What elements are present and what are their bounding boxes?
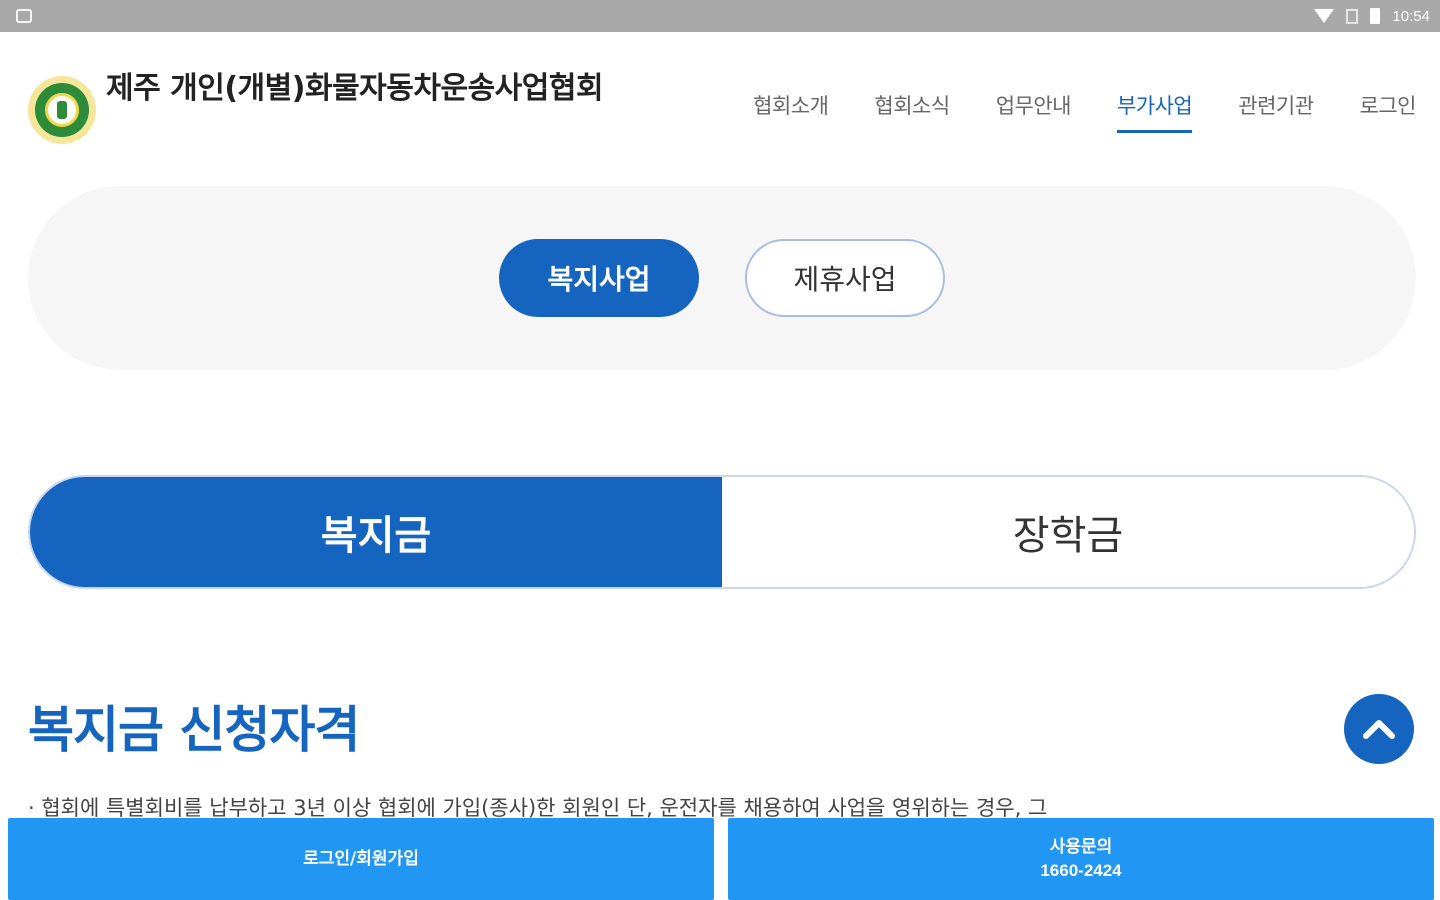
nav-item-login[interactable]: 로그인	[1360, 90, 1417, 133]
subnav-welfare-business-button[interactable]: 복지사업	[499, 239, 699, 317]
section-body-text: · 협회에 특별회비를 납부하고 3년 이상 협회에 가입(종사)한 회원인 단…	[28, 796, 1048, 818]
status-icons: 10:54	[1314, 8, 1430, 25]
section-title: 복지금 신청자격	[28, 701, 360, 759]
notification-icon	[16, 9, 32, 23]
nav-item-services[interactable]: 업무안내	[996, 90, 1072, 133]
chevron-up-icon	[1363, 720, 1395, 739]
wifi-icon	[1314, 9, 1335, 23]
tab-scholarship[interactable]: 장학금	[722, 477, 1414, 587]
association-logo[interactable]	[28, 76, 96, 144]
scroll-to-top-button[interactable]	[1344, 694, 1414, 764]
login-signup-label: 로그인/회원가입	[303, 849, 419, 869]
logo-ring	[35, 83, 89, 137]
content-tabs: 복지금 장학금	[28, 475, 1416, 589]
status-bar: 10:54	[0, 0, 1440, 32]
bottom-action-bar: 로그인/회원가입 사용문의 1660-2424	[0, 818, 1440, 900]
sim-icon	[1346, 8, 1359, 24]
battery-icon	[1370, 8, 1381, 24]
login-signup-button[interactable]: 로그인/회원가입	[8, 818, 714, 900]
tab-welfare-fund[interactable]: 복지금	[30, 477, 722, 587]
site-header: 제주 개인(개별)화물자동차운송사업협회 협회소개 협회소식 업무안내 부가사업…	[0, 32, 1440, 182]
inquiry-phone: 1660-2424	[1040, 861, 1122, 880]
site-title[interactable]: 제주 개인(개별)화물자동차운송사업협회	[106, 70, 636, 108]
subnav-partnership-button[interactable]: 제휴사업	[745, 239, 945, 317]
nav-item-about[interactable]: 협회소개	[753, 90, 829, 133]
status-time: 10:54	[1392, 7, 1430, 25]
nav-item-related-orgs[interactable]: 관련기관	[1238, 90, 1314, 133]
main-nav: 협회소개 협회소식 업무안내 부가사업 관련기관 로그인	[753, 90, 1417, 133]
nav-item-extra-business[interactable]: 부가사업	[1116, 90, 1193, 133]
logo-core	[45, 93, 79, 127]
nav-item-news[interactable]: 협회소식	[874, 90, 950, 133]
sub-navigation: 복지사업 제휴사업	[28, 186, 1416, 370]
inquiry-label: 사용문의	[1049, 837, 1113, 857]
logo-emblem-icon	[57, 101, 67, 119]
inquiry-button[interactable]: 사용문의 1660-2424	[728, 818, 1434, 900]
